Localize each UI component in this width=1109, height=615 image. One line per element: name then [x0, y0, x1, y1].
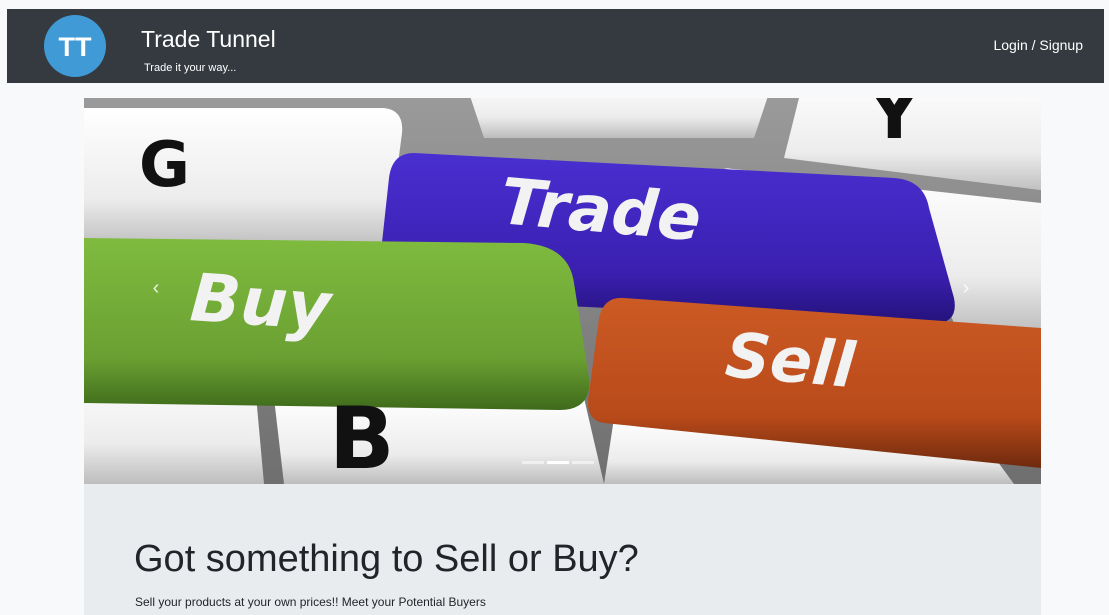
logo-mark-icon: TT: [59, 32, 92, 62]
g-key-label: G: [139, 128, 190, 201]
carousel-slide-image: Trade Buy Sell G B Y: [84, 98, 1041, 484]
hero-lead-text: Sell your products at your own prices!! …: [135, 595, 486, 609]
navbar: TT Trade Tunnel Trade it your way... Log…: [7, 9, 1104, 83]
hero-headline: Got something to Sell or Buy?: [134, 538, 639, 580]
carousel-next-button[interactable]: ›: [956, 268, 976, 308]
brand-title[interactable]: Trade Tunnel: [141, 26, 276, 52]
sell-key-label: Sell: [723, 318, 859, 402]
carousel-prev-button[interactable]: ‹: [146, 268, 166, 308]
chevron-left-icon: ‹: [152, 277, 160, 299]
buy-key-label: Buy: [188, 259, 336, 346]
chevron-right-icon: ›: [962, 277, 970, 299]
login-signup-link[interactable]: Login / Signup: [993, 37, 1083, 53]
hero-jumbotron: Got something to Sell or Buy? Sell your …: [84, 484, 1041, 615]
carousel-indicator-3[interactable]: [572, 461, 594, 464]
b-key-label: B: [329, 389, 395, 484]
carousel-indicator-2[interactable]: [547, 461, 569, 464]
hero-carousel: Trade Buy Sell G B Y ‹ ›: [84, 98, 1041, 484]
logo[interactable]: TT: [44, 15, 106, 77]
logo-initials: TT: [59, 32, 92, 62]
y-key-label: Y: [868, 98, 921, 155]
carousel-indicator-1[interactable]: [522, 461, 544, 464]
carousel-indicators: [522, 461, 594, 464]
brand-tagline: Trade it your way...: [144, 62, 237, 74]
